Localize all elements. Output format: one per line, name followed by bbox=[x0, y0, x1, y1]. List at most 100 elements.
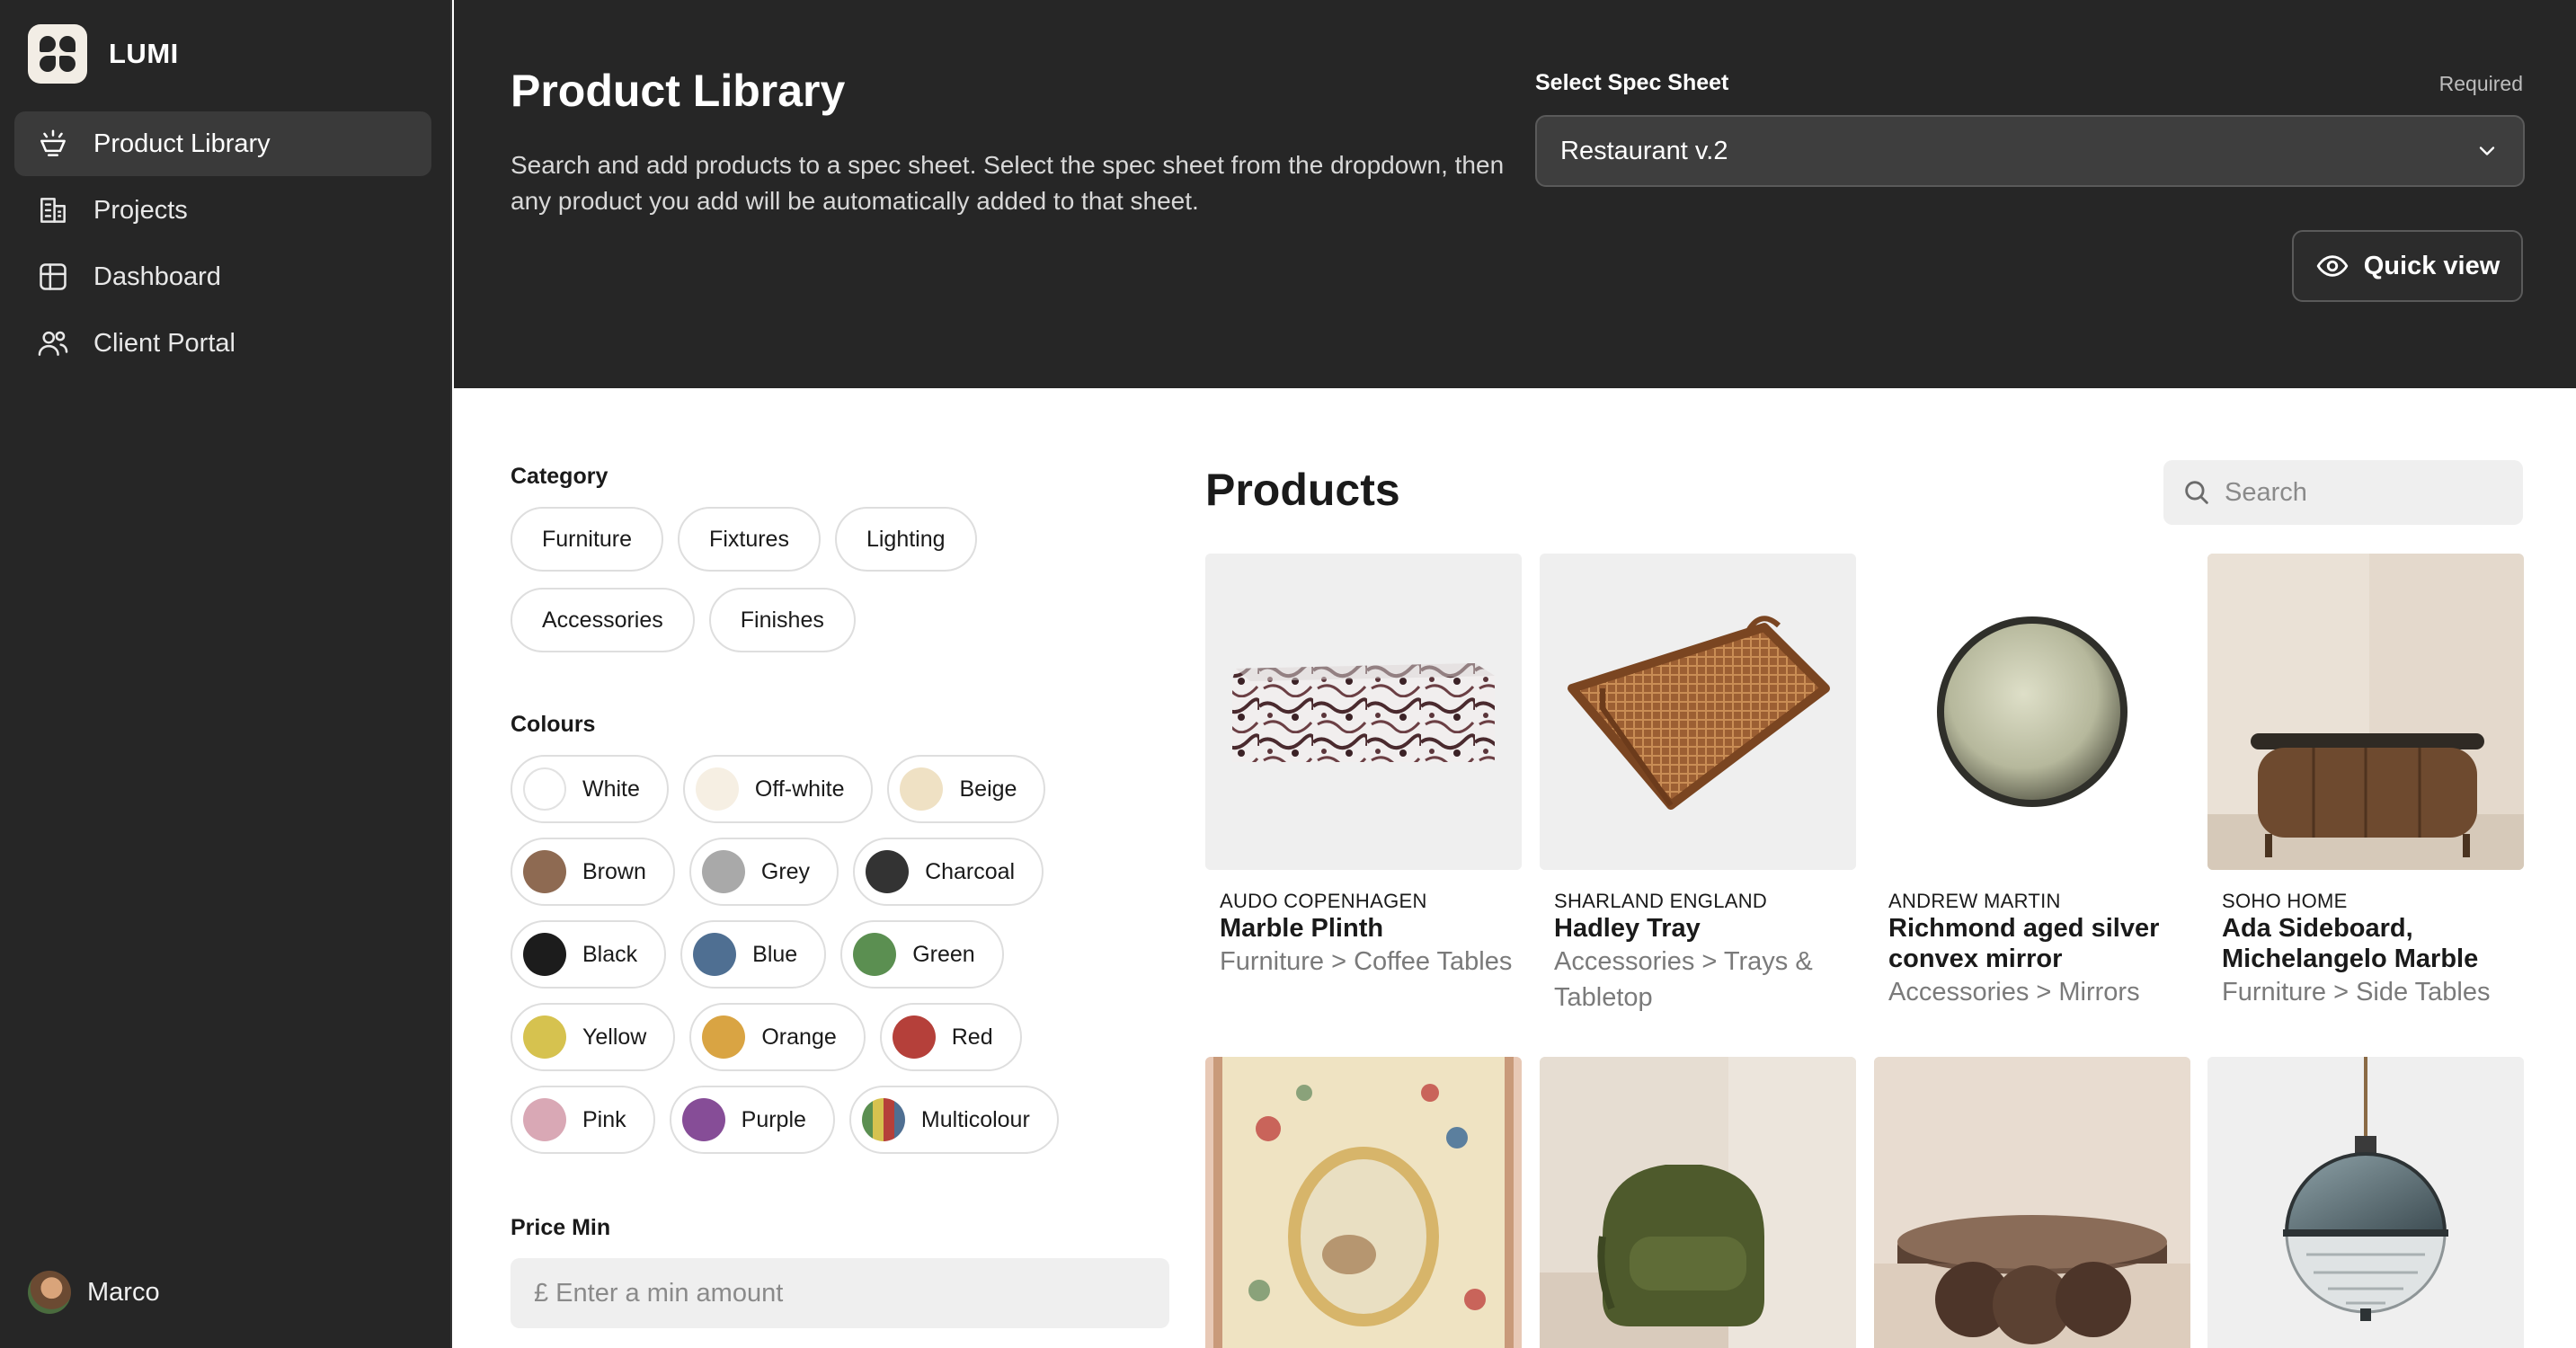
colour-chip-charcoal[interactable]: Charcoal bbox=[853, 838, 1044, 906]
product-name: Ada Sideboard, Michelangelo Marble bbox=[2222, 914, 2479, 973]
spec-sheet-value: Restaurant v.2 bbox=[1560, 136, 1728, 165]
sidebar-item-client-portal[interactable]: Client Portal bbox=[14, 311, 431, 376]
colour-label: Brown bbox=[582, 858, 646, 884]
eye-icon bbox=[2316, 255, 2348, 277]
product-image-marble-plinth[interactable] bbox=[1205, 554, 1522, 870]
product-image-marble-coffee-table[interactable] bbox=[1874, 1057, 2190, 1348]
sidebar-item-label: Projects bbox=[93, 195, 188, 225]
colour-swatch bbox=[861, 1098, 905, 1141]
sidebar: LUMI Product Library Projects Dashboard … bbox=[0, 0, 452, 1348]
colour-chip-white[interactable]: White bbox=[511, 755, 669, 823]
colour-chip-off-white[interactable]: Off-white bbox=[682, 755, 874, 823]
category-chip-finishes[interactable]: Finishes bbox=[708, 588, 856, 652]
product-card[interactable] bbox=[1205, 1057, 1522, 1348]
category-chip-accessories[interactable]: Accessories bbox=[511, 588, 695, 652]
category-chips: Furniture Fixtures Lighting Accessories … bbox=[511, 507, 1014, 652]
product-brand: SHARLAND ENGLAND bbox=[1554, 890, 1768, 912]
colour-swatch bbox=[523, 1015, 566, 1059]
sidebar-item-label: Product Library bbox=[93, 129, 271, 158]
colour-swatch bbox=[866, 850, 910, 893]
grid-icon bbox=[40, 263, 67, 290]
search-input[interactable] bbox=[2225, 477, 2494, 508]
product-image-glass-pendant-lamp[interactable] bbox=[2207, 1057, 2524, 1348]
colour-label: Blue bbox=[752, 941, 798, 967]
colour-swatch bbox=[702, 1015, 746, 1059]
colour-chip-multicolour[interactable]: Multicolour bbox=[848, 1086, 1059, 1154]
product-search[interactable] bbox=[2163, 460, 2523, 525]
colour-label: Purple bbox=[741, 1106, 806, 1132]
colour-label: Green bbox=[912, 941, 975, 967]
colour-chip-purple[interactable]: Purple bbox=[669, 1086, 835, 1154]
colour-label: Multicolour bbox=[920, 1106, 1030, 1132]
colour-label: Red bbox=[951, 1024, 993, 1050]
colour-swatch bbox=[523, 850, 566, 893]
product-image-sideboard[interactable] bbox=[2207, 554, 2524, 870]
colour-swatch bbox=[693, 933, 737, 976]
product-category: Furniture > Side Tables bbox=[2222, 978, 2491, 1007]
user-profile[interactable]: Marco bbox=[28, 1271, 160, 1314]
product-category: Accessories > Trays & Tabletop bbox=[1554, 947, 1813, 1012]
product-card[interactable] bbox=[2207, 1057, 2524, 1348]
sidebar-item-dashboard[interactable]: Dashboard bbox=[14, 244, 431, 309]
product-card[interactable]: ANDREW MARTIN Richmond aged silver conve… bbox=[1874, 554, 2190, 1010]
colour-chip-green[interactable]: Green bbox=[840, 920, 1004, 989]
colour-chip-orange[interactable]: Orange bbox=[689, 1003, 866, 1071]
product-card[interactable] bbox=[1874, 1057, 2190, 1348]
colour-chip-black[interactable]: Black bbox=[511, 920, 667, 989]
colour-chip-blue[interactable]: Blue bbox=[680, 920, 827, 989]
colour-label: Charcoal bbox=[925, 858, 1016, 884]
spec-sheet-select[interactable]: Restaurant v.2 bbox=[1535, 115, 2525, 187]
building-icon bbox=[40, 198, 66, 223]
colour-label: Orange bbox=[761, 1024, 837, 1050]
sidebar-item-projects[interactable]: Projects bbox=[14, 178, 431, 243]
product-name: Marble Plinth bbox=[1220, 914, 1384, 943]
colour-swatch bbox=[701, 850, 745, 893]
product-card[interactable] bbox=[1540, 1057, 1856, 1348]
quick-view-label: Quick view bbox=[2363, 251, 2500, 280]
logo-icon bbox=[28, 24, 87, 84]
colour-label: Yellow bbox=[582, 1024, 647, 1050]
colour-chip-red[interactable]: Red bbox=[879, 1003, 1022, 1071]
category-chip-furniture[interactable]: Furniture bbox=[511, 507, 664, 572]
colour-swatch bbox=[523, 933, 566, 976]
colour-chip-yellow[interactable]: Yellow bbox=[511, 1003, 676, 1071]
sidebar-nav: Product Library Projects Dashboard Clien… bbox=[14, 111, 431, 377]
colour-chip-beige[interactable]: Beige bbox=[887, 755, 1046, 823]
quick-view-button[interactable]: Quick view bbox=[2292, 230, 2523, 302]
product-card[interactable]: SHARLAND ENGLAND Hadley Tray Accessories… bbox=[1540, 554, 1856, 1015]
product-card[interactable]: SOHO HOME Ada Sideboard, Michelangelo Ma… bbox=[2207, 554, 2524, 1010]
category-chip-fixtures[interactable]: Fixtures bbox=[678, 507, 821, 572]
product-card[interactable]: AUDO COPENHAGEN Marble Plinth Furniture … bbox=[1205, 554, 1522, 980]
page-description: Search and add products to a spec sheet.… bbox=[511, 151, 1505, 215]
avatar bbox=[28, 1271, 71, 1314]
category-chip-lighting[interactable]: Lighting bbox=[834, 507, 977, 572]
colour-chip-grey[interactable]: Grey bbox=[688, 838, 839, 906]
spec-sheet-label: Select Spec Sheet bbox=[1535, 70, 1729, 95]
product-brand: ANDREW MARTIN bbox=[1888, 890, 2061, 912]
colour-chip-brown[interactable]: Brown bbox=[511, 838, 675, 906]
category-label: Category bbox=[511, 464, 608, 489]
product-category: Accessories > Mirrors bbox=[1888, 978, 2140, 1007]
colour-swatch bbox=[523, 1098, 566, 1141]
sidebar-item-label: Client Portal bbox=[93, 328, 235, 358]
colour-label: White bbox=[582, 776, 640, 802]
product-image-green-armchair[interactable] bbox=[1540, 1057, 1856, 1348]
product-image-round-mirror[interactable] bbox=[1874, 554, 2190, 870]
price-min-label: Price Min bbox=[511, 1215, 611, 1240]
colour-swatch bbox=[892, 1015, 936, 1059]
colour-row: White Off-white Beige bbox=[511, 755, 1046, 823]
product-name: Hadley Tray bbox=[1554, 914, 1701, 943]
product-image-tapestry-rug[interactable] bbox=[1205, 1057, 1522, 1348]
product-image-rattan-tray[interactable] bbox=[1540, 554, 1856, 870]
sidebar-item-product-library[interactable]: Product Library bbox=[14, 111, 431, 176]
colour-swatch bbox=[681, 1098, 725, 1141]
colour-row: Black Blue Green bbox=[511, 920, 1004, 989]
colour-swatch bbox=[695, 767, 739, 811]
price-min-input[interactable] bbox=[511, 1258, 1169, 1328]
page-header: Product Library Search and add products … bbox=[454, 0, 2576, 388]
colour-chip-pink[interactable]: Pink bbox=[511, 1086, 655, 1154]
page-title: Product Library bbox=[511, 66, 846, 116]
brand[interactable]: LUMI bbox=[28, 24, 179, 84]
colour-label: Black bbox=[582, 941, 638, 967]
user-name: Marco bbox=[87, 1277, 160, 1307]
